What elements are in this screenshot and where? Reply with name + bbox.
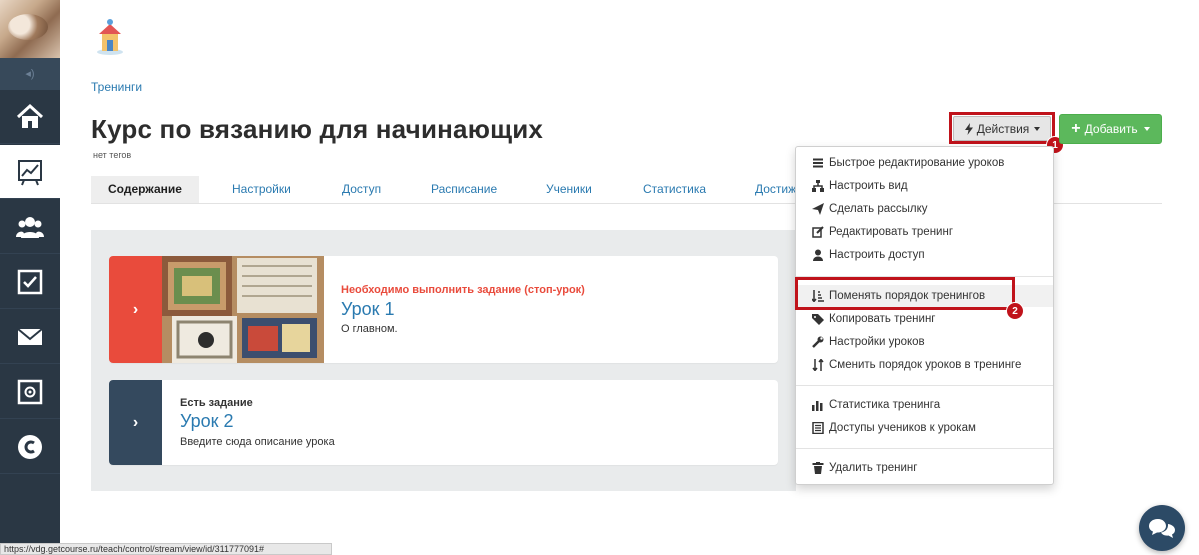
collapse-sidebar-icon[interactable]: ◂) bbox=[0, 58, 60, 90]
tab-access[interactable]: Доступ bbox=[342, 176, 381, 203]
menu-item-delete[interactable]: Удалить тренинг bbox=[796, 457, 1053, 479]
bar-chart-icon bbox=[812, 401, 823, 411]
expand-arrow-icon[interactable]: › bbox=[109, 380, 162, 465]
step-marker-2: 2 bbox=[1006, 302, 1024, 320]
lesson-thumbnail bbox=[162, 256, 324, 363]
tab-statistics[interactable]: Статистика bbox=[643, 176, 706, 203]
status-bar-url: https://vdg.getcourse.ru/teach/control/s… bbox=[0, 543, 332, 555]
tab-schedule[interactable]: Расписание bbox=[431, 176, 497, 203]
expand-arrow-icon[interactable]: › bbox=[109, 256, 162, 363]
caret-down-icon bbox=[1143, 127, 1150, 131]
safe-icon[interactable] bbox=[0, 365, 60, 419]
menu-item-label: Доступы учеников к урокам bbox=[829, 422, 976, 434]
send-icon bbox=[812, 203, 824, 215]
chat-button[interactable] bbox=[1139, 505, 1185, 551]
home-icon[interactable] bbox=[0, 90, 60, 144]
menu-divider bbox=[796, 385, 1053, 386]
lesson-title[interactable]: Урок 1 bbox=[341, 299, 395, 320]
user-icon bbox=[813, 249, 823, 261]
menu-item-label: Статистика тренинга bbox=[829, 399, 941, 411]
add-button[interactable]: + Добавить bbox=[1059, 114, 1162, 144]
menu-item-statistics[interactable]: Статистика тренинга bbox=[796, 394, 1053, 416]
menu-item-view[interactable]: Настроить вид bbox=[796, 175, 1053, 197]
lesson-title[interactable]: Урок 2 bbox=[180, 411, 234, 432]
menu-item-label: Быстрое редактирование уроков bbox=[829, 157, 1005, 169]
wrench-icon bbox=[812, 336, 824, 348]
menu-item-mailing[interactable]: Сделать рассылку bbox=[796, 198, 1053, 220]
getcourse-logo-icon[interactable] bbox=[0, 420, 60, 474]
tab-students[interactable]: Ученики bbox=[546, 176, 592, 203]
menu-item-label: Удалить тренинг bbox=[829, 462, 918, 474]
breadcrumb[interactable]: Тренинги bbox=[91, 80, 142, 94]
menu-item-label: Настройки уроков bbox=[829, 336, 925, 348]
edit-icon bbox=[812, 226, 824, 238]
highlight-frame-actions bbox=[949, 112, 1055, 144]
menu-item-label: Копировать тренинг bbox=[829, 313, 936, 325]
lesson-status: Есть задание bbox=[180, 397, 253, 409]
add-button-label: Добавить bbox=[1084, 122, 1138, 136]
menu-item-student-access[interactable]: Доступы учеников к урокам bbox=[796, 417, 1053, 439]
lesson-card[interactable]: › Необходимо выполнить задание (стоп-уро… bbox=[109, 256, 778, 363]
document-icon bbox=[812, 422, 824, 434]
menu-item-label: Сменить порядок уроков в тренинге bbox=[829, 359, 1022, 371]
tab-achievements[interactable]: Достиж bbox=[755, 176, 796, 203]
list-icon bbox=[813, 158, 823, 168]
tab-content[interactable]: Содержание bbox=[91, 176, 199, 203]
chart-icon[interactable] bbox=[0, 145, 60, 199]
swap-icon bbox=[812, 359, 824, 371]
menu-item-access[interactable]: Настроить доступ bbox=[796, 244, 1053, 266]
chat-bubble-icon bbox=[1149, 519, 1175, 538]
sidebar: ◂) bbox=[0, 0, 60, 553]
trash-icon bbox=[812, 462, 824, 474]
highlight-frame-reorder bbox=[795, 277, 1015, 310]
menu-item-lesson-settings[interactable]: Настройки уроков bbox=[796, 331, 1053, 353]
menu-item-edit[interactable]: Редактировать тренинг bbox=[796, 221, 1053, 243]
lesson-status: Необходимо выполнить задание (стоп-урок) bbox=[341, 284, 585, 296]
menu-item-label: Сделать рассылку bbox=[829, 203, 928, 215]
plus-icon: + bbox=[1071, 120, 1081, 137]
sitemap-icon bbox=[812, 180, 824, 192]
lesson-description: О главном. bbox=[341, 323, 398, 335]
page-title: Курс по вязанию для начинающих bbox=[91, 114, 544, 144]
menu-divider bbox=[796, 448, 1053, 449]
mail-icon[interactable] bbox=[0, 310, 60, 364]
school-logo[interactable] bbox=[93, 18, 127, 56]
menu-item-label: Настроить доступ bbox=[829, 249, 925, 261]
tab-settings[interactable]: Настройки bbox=[232, 176, 291, 203]
menu-item-quick-edit[interactable]: Быстрое редактирование уроков bbox=[796, 152, 1053, 174]
lesson-description: Введите сюда описание урока bbox=[180, 436, 335, 448]
menu-item-reorder-lessons[interactable]: Сменить порядок уроков в тренинге bbox=[796, 354, 1053, 376]
menu-item-label: Редактировать тренинг bbox=[829, 226, 954, 238]
menu-item-label: Настроить вид bbox=[829, 180, 908, 192]
tasks-icon[interactable] bbox=[0, 255, 60, 309]
lesson-card[interactable]: › Есть задание Урок 2 Введите сюда описа… bbox=[109, 380, 778, 465]
users-icon[interactable] bbox=[0, 200, 60, 254]
tags-label: нет тегов bbox=[93, 150, 132, 160]
tag-icon bbox=[812, 314, 824, 325]
avatar[interactable] bbox=[0, 0, 60, 58]
